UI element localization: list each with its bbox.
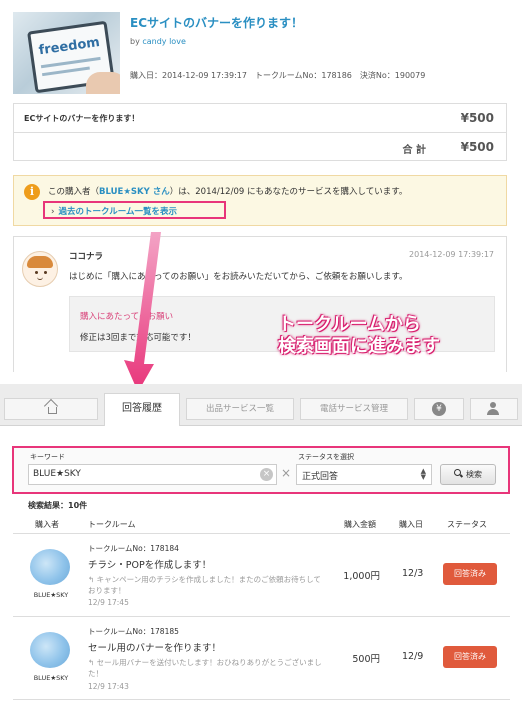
avatar-mouth <box>37 277 43 280</box>
chevron-right-icon: › <box>51 207 55 217</box>
status-label: ステータスを選択 <box>298 453 354 461</box>
tab-services[interactable]: 出品サービス一覧 <box>186 398 294 420</box>
buyer-avatar <box>30 632 70 668</box>
room-datetime: 12/9 17:43 <box>88 682 129 691</box>
tab-services-label: 出品サービス一覧 <box>205 404 274 414</box>
buyer-name: BLUE★SKY さん <box>99 187 170 197</box>
total-label: 合 計 <box>402 145 426 156</box>
purchase-amount: 500円 <box>352 654 380 665</box>
buyer-avatar <box>30 549 70 585</box>
order-summary: ECサイトのバナーを作ります！ ¥500 合 計 ¥500 <box>13 103 507 161</box>
annotation-line-2: 検索画面に進みます <box>278 336 440 357</box>
notice-title: 購入にあたってのお願い <box>80 312 174 322</box>
order-item-row: ECサイトのバナーを作ります！ ¥500 <box>14 104 506 133</box>
table-row[interactable]: BLUE★SKY トークルームNo：178184 チラシ・POPを作成します！ … <box>13 535 510 617</box>
buyer-name: BLUE★SKY <box>33 674 69 682</box>
message-text: はじめに「購入にあたってのお願い」をお読みいただいてから、ご依頼をお願いします。 <box>69 272 408 282</box>
separator-icon: × <box>281 466 292 480</box>
annotation-caption: トークルームから 検索画面に進みます <box>278 314 508 358</box>
search-panel: キーワード BLUE★SKY × × ステータスを選択 正式回答 ▲ ▼ 検索 <box>12 446 510 494</box>
tab-profile[interactable] <box>470 398 518 420</box>
past-talkrooms-link[interactable]: › 過去のトークルーム一覧を表示 <box>43 201 226 219</box>
total-price: ¥500 <box>460 140 494 154</box>
purchase-date: 12/9 <box>402 651 424 662</box>
room-number: トークルームNo：178184 <box>88 544 179 553</box>
thumbnail-word: freedom <box>37 34 101 59</box>
purchase-date: 12/3 <box>402 568 424 579</box>
col-talkroom: トークルーム <box>88 520 136 529</box>
tab-answer-history-label: 回答履歴 <box>122 403 162 414</box>
tab-bar: 回答履歴 出品サービス一覧 電話サービス管理 ¥ <box>0 384 522 426</box>
yen-icon: ¥ <box>432 402 446 416</box>
message-time: 2014-12-09 17:39:17 <box>409 250 494 259</box>
alert-message: この購入者（BLUE★SKY さん）は、2014/12/09 にもあなたのサービ… <box>48 185 407 197</box>
product-byline: by candy love <box>130 37 186 46</box>
notice-text: 修正は3回まで対応可能です！ <box>80 333 196 343</box>
status-badge[interactable]: 回答済み <box>443 646 497 668</box>
purchase-amount: 1,000円 <box>343 571 380 582</box>
col-amount: 購入金額 <box>344 520 376 529</box>
avatar <box>22 251 58 287</box>
order-total-row: 合 計 ¥500 <box>14 133 506 162</box>
keyword-input[interactable]: BLUE★SKY <box>28 464 277 485</box>
buyer-name: BLUE★SKY <box>33 591 69 599</box>
user-icon <box>486 402 502 416</box>
room-snippet: ↰ セール用バナーを送付いたします！おひねりありがとうございました！ <box>88 658 322 678</box>
order-item-price: ¥500 <box>460 111 494 125</box>
table-row[interactable]: BLUE★SKY トークルームNo：178185 セール用のバナーを作ります！ … <box>13 618 510 700</box>
answer-history-screen: 回答履歴 出品サービス一覧 電話サービス管理 ¥ キーワード BLUE★SKY … <box>0 384 522 701</box>
keyword-label: キーワード <box>30 453 65 461</box>
home-icon <box>45 402 58 414</box>
product-thumbnail[interactable]: freedom <box>13 12 120 94</box>
select-arrows-icon: ▲ ▼ <box>420 467 426 481</box>
avatar-eye <box>35 271 38 274</box>
annotation-line-1: トークルームから <box>278 314 421 335</box>
status-badge[interactable]: 回答済み <box>443 563 497 585</box>
col-date: 購入日 <box>399 520 423 529</box>
tab-home[interactable] <box>4 398 98 420</box>
room-datetime: 12/9 17:45 <box>88 598 129 607</box>
alert-text-after: ）は、2014/12/09 にもあなたのサービスを購入しています。 <box>169 187 408 197</box>
purchase-meta: 購入日：2014-12-09 17:39:17 トークルームNo：178186 … <box>130 71 426 80</box>
results-table-header: 購入者 トークルーム 購入金額 購入日 ステータス <box>13 514 510 534</box>
avatar-hair <box>27 256 53 268</box>
search-icon <box>454 469 463 478</box>
by-prefix: by <box>130 37 140 46</box>
seller-link[interactable]: candy love <box>142 37 186 46</box>
text-line <box>41 66 90 77</box>
room-number: トークルームNo：178185 <box>88 627 179 636</box>
order-item-name: ECサイトのバナーを作ります！ <box>24 114 140 123</box>
text-line <box>40 56 101 69</box>
col-buyer: 購入者 <box>35 520 59 529</box>
tab-answer-history[interactable]: 回答履歴 <box>104 393 180 426</box>
status-select-value: 正式回答 <box>302 472 339 482</box>
tutorial-composite: freedom ECサイトのバナーを作ります！ by candy love 購入… <box>0 0 522 701</box>
room-snippet: ↰ キャンペーン用のチラシを作成しました！またのご依頼お待ちしております！ <box>88 575 321 595</box>
result-count: 検索結果：10件 <box>28 501 88 510</box>
tab-phone-services[interactable]: 電話サービス管理 <box>300 398 408 420</box>
sender-name: ココナラ <box>69 252 104 262</box>
info-icon: i <box>24 184 40 200</box>
alert-text-before: この購入者（ <box>48 187 100 197</box>
clear-icon[interactable]: × <box>260 468 273 481</box>
status-select[interactable]: 正式回答 ▲ ▼ <box>296 464 432 485</box>
tab-phone-services-label: 電話サービス管理 <box>319 404 388 414</box>
hand-illustration <box>86 72 120 94</box>
col-status: ステータス <box>447 520 487 529</box>
room-title[interactable]: セール用のバナーを作ります！ <box>88 640 221 654</box>
avatar-eye <box>44 271 47 274</box>
past-talkrooms-label: 過去のトークルーム一覧を表示 <box>58 207 178 217</box>
product-title[interactable]: ECサイトのバナーを作ります！ <box>130 14 303 31</box>
tab-earnings[interactable]: ¥ <box>414 398 464 420</box>
repeat-buyer-alert: i この購入者（BLUE★SKY さん）は、2014/12/09 にもあなたのサ… <box>13 175 507 226</box>
search-button-label: 検索 <box>466 470 482 479</box>
room-title[interactable]: チラシ・POPを作成します！ <box>88 557 211 571</box>
search-button[interactable]: 検索 <box>440 464 496 485</box>
